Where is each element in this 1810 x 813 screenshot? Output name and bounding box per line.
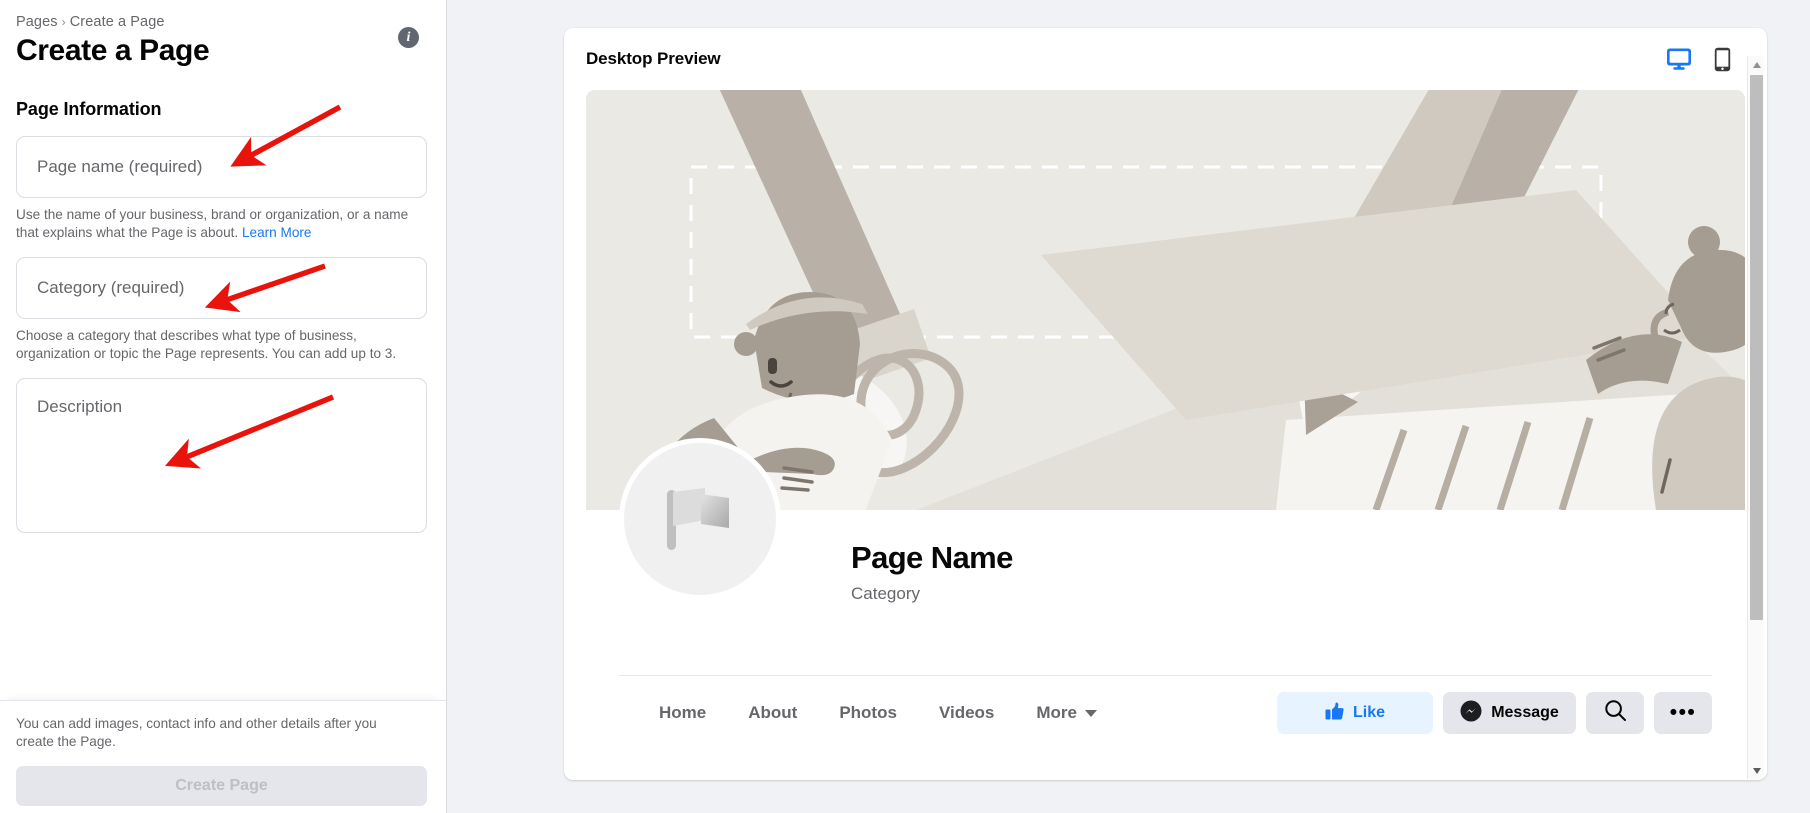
page-identity-row: Page Name Category <box>586 438 1745 675</box>
preview-page-name: Page Name <box>851 540 1013 575</box>
field-description <box>16 378 427 538</box>
preview-area: Desktop Preview Page Name Category Home … <box>447 0 1810 813</box>
preview-page-category: Category <box>851 584 920 603</box>
more-options-button[interactable]: ••• <box>1654 692 1712 734</box>
scrollbar-down-arrow-icon[interactable] <box>1748 762 1765 779</box>
page-identity-text: Page Name Category <box>851 540 1013 604</box>
form-scroll-area: Pages › Create a Page Create a Page Page I… <box>0 0 447 700</box>
nav-tab-about-label: About <box>748 703 798 722</box>
ellipsis-icon: ••• <box>1669 701 1697 724</box>
like-button[interactable]: Like <box>1277 692 1433 734</box>
scrollbar-up-arrow-icon[interactable] <box>1748 56 1765 73</box>
chevron-down-icon <box>1085 709 1097 717</box>
field-category: Choose a category that describes what ty… <box>16 257 427 362</box>
nav-tab-videos[interactable]: Videos <box>921 693 1012 733</box>
device-toggle-group <box>1666 47 1745 72</box>
flag-placeholder-icon <box>667 488 729 550</box>
page-nav-row: Home About Photos Videos More Like Messa… <box>586 676 1745 750</box>
breadcrumb: Pages › Create a Page <box>16 14 425 30</box>
page-nav-tabs: Home About Photos Videos More <box>641 693 1115 733</box>
message-button[interactable]: Message <box>1443 692 1576 734</box>
app-root: Pages › Create a Page Create a Page Page I… <box>0 0 1810 813</box>
nav-tab-photos-label: Photos <box>839 703 897 722</box>
search-button[interactable] <box>1586 692 1644 734</box>
breadcrumb-separator-icon: › <box>61 15 66 29</box>
search-icon <box>1604 699 1627 727</box>
preview-body: Page Name Category Home About Photos Vid… <box>586 90 1745 750</box>
messenger-icon <box>1460 700 1482 727</box>
page-name-help-body: Use the name of your business, brand or … <box>16 207 409 240</box>
description-textarea[interactable] <box>16 378 427 533</box>
field-page-name: Use the name of your business, brand or … <box>16 136 427 241</box>
message-button-label: Message <box>1491 704 1559 721</box>
breadcrumb-item-current: Create a Page <box>69 14 165 30</box>
nav-tab-more-label: More <box>1036 703 1077 722</box>
nav-tab-home[interactable]: Home <box>641 693 724 733</box>
page-name-input[interactable] <box>16 136 427 198</box>
cover-photo-illustration <box>586 90 1745 510</box>
create-page-form-panel: Pages › Create a Page Create a Page Page I… <box>0 0 447 813</box>
thumbs-up-icon <box>1325 702 1344 725</box>
desktop-preview-card: Desktop Preview Page Name Category Home … <box>564 28 1767 780</box>
page-name-help-text: Use the name of your business, brand or … <box>16 206 426 241</box>
section-title-page-information: Page Information <box>16 99 162 119</box>
nav-tab-more[interactable]: More <box>1018 693 1115 733</box>
preview-header: Desktop Preview <box>564 28 1767 90</box>
nav-tab-videos-label: Videos <box>938 703 995 722</box>
form-footer: You can add images, contact info and oth… <box>0 700 447 813</box>
desktop-monitor-icon[interactable] <box>1666 47 1692 71</box>
nav-tab-about[interactable]: About <box>730 693 815 733</box>
nav-tab-photos[interactable]: Photos <box>821 693 915 733</box>
learn-more-link[interactable]: Learn More <box>242 225 312 240</box>
page-title: Create a Page <box>16 34 210 67</box>
scrollbar-thumb[interactable] <box>1750 75 1763 620</box>
like-button-label: Like <box>1352 704 1385 721</box>
preview-scrollbar[interactable] <box>1747 56 1764 779</box>
preview-title: Desktop Preview <box>586 49 721 68</box>
mobile-phone-icon[interactable] <box>1714 47 1731 72</box>
create-page-button[interactable]: Create Page <box>16 766 427 806</box>
nav-tab-home-label: Home <box>659 703 707 722</box>
breadcrumb-item-pages[interactable]: Pages <box>16 14 58 30</box>
avatar[interactable] <box>619 438 781 600</box>
footer-note: You can add images, contact info and oth… <box>16 716 377 749</box>
category-input[interactable] <box>16 257 427 319</box>
info-icon[interactable]: i <box>398 27 419 48</box>
category-help-text: Choose a category that describes what ty… <box>16 328 397 361</box>
page-action-buttons: Like Message ••• <box>1277 692 1712 734</box>
